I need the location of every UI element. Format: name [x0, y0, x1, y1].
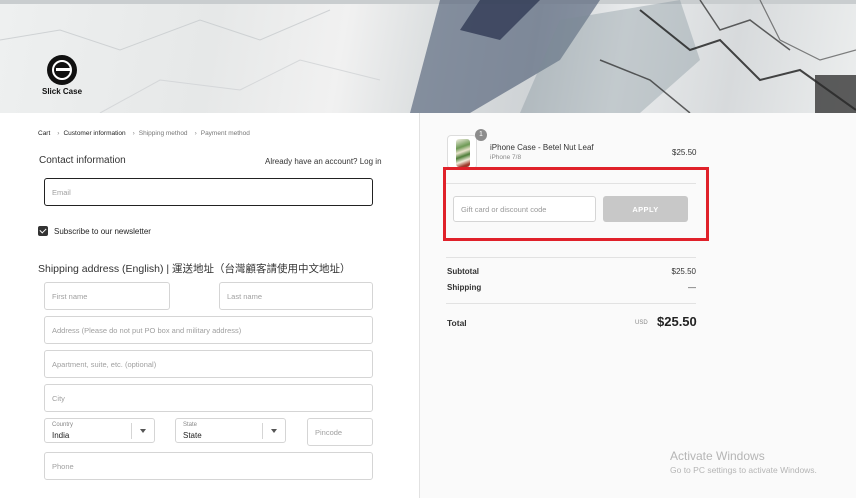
phone-placeholder: Phone: [52, 461, 74, 471]
state-select[interactable]: State State: [175, 418, 286, 443]
divider: [446, 257, 696, 258]
currency-code: USD: [635, 320, 648, 326]
address-field[interactable]: Address (Please do not put PO box and mi…: [44, 316, 373, 344]
address-placeholder: Address (Please do not put PO box and mi…: [52, 325, 242, 335]
total-value: $25.50: [657, 314, 697, 329]
product-name: iPhone Case - Betel Nut Leaf: [490, 143, 594, 152]
breadcrumb-customer-information: Customer information: [63, 130, 126, 137]
state-value: State: [183, 431, 202, 440]
select-divider: [262, 423, 263, 439]
discount-placeholder: Gift card or discount code: [461, 204, 547, 214]
total-label: Total: [447, 318, 467, 328]
marble-background: [0, 0, 856, 113]
select-divider: [131, 423, 132, 439]
product-variant: iPhone 7/8: [490, 154, 522, 161]
shipping-value: —: [688, 283, 696, 292]
country-select[interactable]: Country India: [44, 418, 155, 443]
city-placeholder: City: [52, 393, 65, 403]
watermark-subtitle: Go to PC settings to activate Windows.: [670, 465, 817, 475]
brand-name: Slick Case: [41, 87, 83, 96]
chevron-right-icon: ›: [57, 130, 60, 137]
header-banner: Slick Case: [0, 0, 856, 113]
login-link[interactable]: Already have an account? Log in: [265, 157, 382, 166]
newsletter-label: Subscribe to our newsletter: [54, 226, 151, 236]
email-placeholder: Email: [52, 187, 71, 197]
shipping-label: Shipping: [447, 283, 482, 292]
breadcrumb: Cart › Customer information › Shipping metho…: [38, 130, 253, 137]
city-field[interactable]: City: [44, 384, 373, 412]
contact-title: Contact information: [39, 155, 126, 166]
brand-logo[interactable]: Slick Case: [38, 55, 86, 96]
product-thumbnail: [447, 135, 477, 169]
last-name-placeholder: Last name: [227, 291, 263, 301]
subtotal-label: Subtotal: [447, 267, 479, 276]
first-name-field[interactable]: First name: [44, 282, 170, 310]
apartment-placeholder: Apartment, suite, etc. (optional): [52, 359, 157, 369]
apartment-field[interactable]: Apartment, suite, etc. (optional): [44, 350, 373, 378]
quantity-badge: 1: [475, 129, 487, 141]
subtotal-value: $25.50: [671, 267, 696, 276]
pincode-field[interactable]: Pincode: [307, 418, 373, 446]
chevron-down-icon: [271, 429, 277, 433]
newsletter-option[interactable]: Subscribe to our newsletter: [38, 226, 151, 236]
newsletter-checkbox[interactable]: [38, 226, 48, 236]
country-label: Country: [52, 422, 74, 428]
windows-activation-watermark: Activate Windows Go to PC settings to ac…: [670, 449, 817, 475]
phone-field[interactable]: Phone: [44, 452, 373, 480]
country-value: India: [52, 431, 70, 440]
chevron-down-icon: [140, 429, 146, 433]
chevron-right-icon: ›: [194, 130, 197, 137]
first-name-placeholder: First name: [52, 291, 88, 301]
shipping-address-title: Shipping address (English) | 運送地址（台灣顧客請使…: [38, 263, 351, 275]
phone-case-image: [456, 139, 470, 167]
column-divider: [419, 113, 420, 498]
divider: [446, 303, 696, 304]
state-label: State: [183, 422, 198, 428]
discount-code-input[interactable]: Gift card or discount code: [453, 196, 596, 222]
last-name-field[interactable]: Last name: [219, 282, 373, 310]
breadcrumb-payment-method: Payment method: [200, 130, 250, 137]
logo-icon: [47, 55, 77, 85]
email-field[interactable]: Email: [44, 178, 373, 206]
apply-button[interactable]: APPLY: [603, 196, 688, 222]
watermark-title: Activate Windows: [670, 449, 765, 463]
product-price: $25.50: [672, 148, 697, 157]
breadcrumb-cart[interactable]: Cart: [38, 130, 50, 137]
breadcrumb-shipping-method: Shipping method: [138, 130, 188, 137]
chevron-right-icon: ›: [132, 130, 135, 137]
pincode-placeholder: Pincode: [315, 427, 343, 437]
